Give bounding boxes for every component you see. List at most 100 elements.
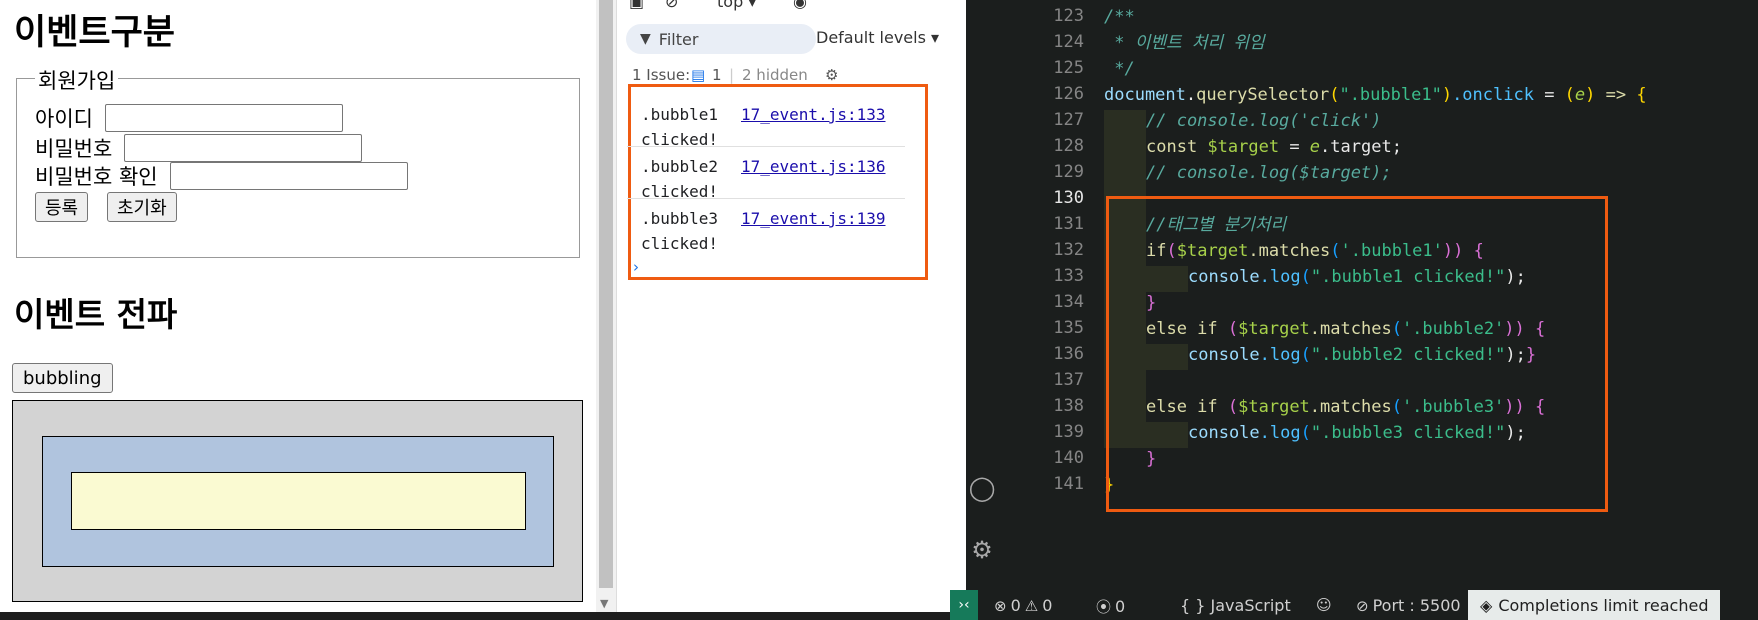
code-comment: * 이벤트 처리 위임 <box>1104 33 1265 53</box>
live-expression-icon[interactable]: ◉ <box>793 0 807 11</box>
issues-count[interactable]: 1 <box>712 66 722 84</box>
clear-console-icon[interactable]: ⊘ <box>665 0 678 11</box>
language-mode[interactable]: { } JavaScript <box>1180 596 1291 615</box>
code-line: */ <box>1104 56 1134 82</box>
console-message-line1: .bubble3 <box>641 209 719 228</box>
code-token: const <box>1146 137 1198 157</box>
remote-indicator-icon[interactable]: ›‹ <box>950 590 978 620</box>
reset-button[interactable]: 초기화 <box>107 192 177 222</box>
copilot-icon[interactable]: ☺ <box>1316 596 1332 614</box>
line-number: 136 <box>1053 344 1084 364</box>
line-number: 140 <box>1053 448 1084 468</box>
live-server-port[interactable]: ⊘ Port : 5500 <box>1356 596 1461 615</box>
account-icon[interactable]: ◯ <box>966 468 1002 508</box>
line-number: 139 <box>1053 422 1084 442</box>
sidebar-toggle-icon[interactable]: ▣ <box>629 0 644 11</box>
pw-confirm-label: 비밀번호 확인 <box>35 165 158 189</box>
console-filter-input[interactable]: ▼ Filter <box>626 24 816 54</box>
console-message-text: .bubble3 clicked! <box>641 206 718 256</box>
console-message: .bubble1 clicked! 17_event.js:133 <box>627 94 897 149</box>
status-bar: ›‹ ⊗ 0 ⚠ 0 ⦿ 0 { } JavaScript ☺ ⊘ Port :… <box>950 590 1758 620</box>
console-message-line1: .bubble2 <box>641 157 719 176</box>
console-source-link[interactable]: 17_event.js:139 <box>741 206 886 231</box>
scroll-down-icon[interactable]: ▼ <box>600 597 608 610</box>
settings-gear-icon[interactable]: ⚙ <box>825 66 838 84</box>
console-message-text: .bubble1 clicked! <box>641 102 718 152</box>
issues-label: 1 Issue: <box>632 66 691 84</box>
pw-confirm-input[interactable] <box>169 162 408 190</box>
pw-label: 비밀번호 <box>35 137 113 161</box>
code-token: ".bubble1" <box>1339 85 1442 105</box>
signup-legend: 회원가입 <box>35 65 119 95</box>
error-count: 0 <box>1010 596 1021 615</box>
console-source-link[interactable]: 17_event.js:133 <box>741 102 886 127</box>
code-comment: // console.log($target); <box>1146 163 1392 183</box>
hidden-label: 2 hidden <box>742 66 808 84</box>
completions-status[interactable]: ◈ Completions limit reached <box>1468 590 1721 620</box>
warning-count: 0 <box>1042 596 1053 615</box>
signup-fieldset: 회원가입 아이디 비밀번호 비밀번호 확인 등록 초기화 <box>16 65 580 258</box>
code-line: // console.log($target); <box>1146 160 1392 186</box>
code-token: $target <box>1197 137 1280 157</box>
ports-indicator[interactable]: ⦿ 0 <box>1096 596 1125 617</box>
code-line: // console.log('click') <box>1146 108 1381 134</box>
console-toolbar: ▣ ⊘ top ▾ ◉ <box>617 0 966 16</box>
propagation-heading: 이벤트 전파 <box>14 295 178 334</box>
bubble3-box[interactable] <box>71 472 526 530</box>
submit-button[interactable]: 등록 <box>35 192 89 222</box>
filter-icon: ▼ <box>640 31 651 47</box>
pw-confirm-row: 비밀번호 확인 <box>35 161 408 191</box>
console-message-text: .bubble2 clicked! <box>641 154 718 204</box>
line-number: 132 <box>1053 240 1084 260</box>
id-input[interactable] <box>104 104 343 132</box>
issues-divider: | <box>729 66 735 84</box>
console-message-line2: clicked! <box>641 234 719 253</box>
page-scrollbar-thumb[interactable] <box>599 0 613 588</box>
issue-message-icon[interactable]: ▤ <box>691 66 705 84</box>
warning-icon: ⚠ <box>1024 596 1039 615</box>
code-token: ( <box>1329 85 1340 105</box>
bubble2-box[interactable] <box>42 436 554 567</box>
code-comment: // console.log('click') <box>1146 111 1382 131</box>
line-number: 125 <box>1053 58 1084 78</box>
code-token: .target; <box>1320 137 1402 157</box>
bubble1-box[interactable] <box>12 400 583 602</box>
line-number-active: 130 <box>1053 188 1084 208</box>
error-icon: ⊗ <box>994 596 1007 615</box>
line-number: 126 <box>1053 84 1084 104</box>
line-number: 123 <box>1053 6 1084 26</box>
line-number: 129 <box>1053 162 1084 182</box>
line-number: 133 <box>1053 266 1084 286</box>
code-token: ( <box>1564 85 1575 105</box>
console-source-link[interactable]: 17_event.js:136 <box>741 154 886 179</box>
manage-gear-icon[interactable]: ⚙ <box>966 530 1002 570</box>
line-number: 141 <box>1053 474 1084 494</box>
console-message: .bubble2 clicked! 17_event.js:136 <box>627 146 897 201</box>
context-selector[interactable]: top ▾ <box>717 0 756 11</box>
bubbling-button[interactable]: bubbling <box>12 363 113 393</box>
broadcast-icon: ⦿ <box>1096 598 1112 616</box>
no-entry-icon: ⊘ <box>1356 596 1369 615</box>
line-number: 127 <box>1053 110 1084 130</box>
code-line: /** <box>1104 4 1135 30</box>
pw-row: 비밀번호 <box>35 133 363 163</box>
page-scrollbar[interactable]: ▼ <box>596 0 616 612</box>
pw-input[interactable] <box>124 134 363 162</box>
code-line: * 이벤트 처리 위임 <box>1104 30 1265 56</box>
code-token: { <box>1636 85 1647 105</box>
copilot-warning-icon: ◈ <box>1480 595 1493 615</box>
code-token: querySelector <box>1196 85 1330 105</box>
log-levels-dropdown[interactable]: Default levels ▾ <box>816 28 939 47</box>
problems-indicator[interactable]: ⊗ 0 ⚠ 0 <box>994 596 1052 615</box>
line-number: 124 <box>1053 32 1084 52</box>
code-token: . <box>1185 85 1197 105</box>
id-label: 아이디 <box>35 107 93 131</box>
line-number: 138 <box>1053 396 1084 416</box>
completions-label: Completions limit reached <box>1498 595 1709 615</box>
code-line: document.querySelector(".bubble1").oncli… <box>1104 82 1647 108</box>
code-editor[interactable]: ◯ ⚙ 123 124 125 126 127 128 129 130 131 … <box>966 0 1758 590</box>
console-prompt[interactable]: › <box>633 258 639 276</box>
code-comment: /** <box>1104 7 1135 27</box>
code-token: document <box>1104 85 1186 105</box>
ports-count: 0 <box>1115 597 1126 616</box>
